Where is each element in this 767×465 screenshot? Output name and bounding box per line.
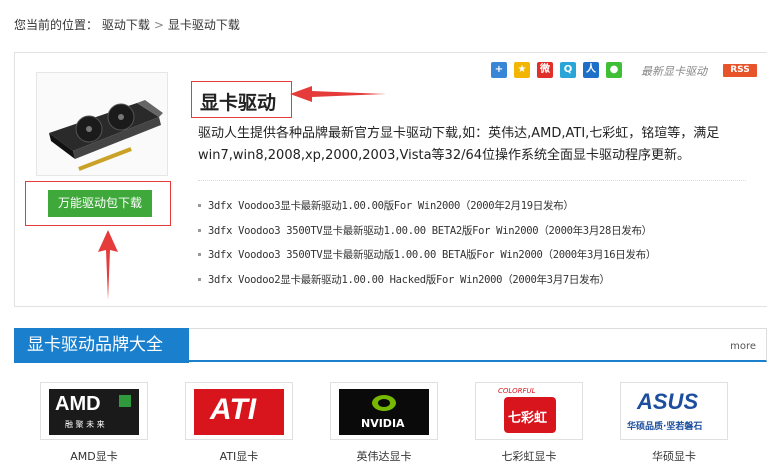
brand-logo[interactable]: COLORFUL 七彩虹 xyxy=(475,382,583,440)
list-item[interactable]: 3dfx Voodoo3 3500TV显卡最新驱动版1.00.00 BETA版F… xyxy=(198,248,656,273)
button-pointer-arrow-icon xyxy=(98,230,118,300)
breadcrumb: 您当前的位置： 驱动下载 > 显卡驱动下载 xyxy=(14,16,240,33)
bullet xyxy=(198,277,201,281)
driver-card: 万能驱动包下载 + ★ 微 Q 人 ● 最新显卡驱动 RSS 显卡驱动 驱动人生… xyxy=(14,52,767,307)
product-description: 驱动人生提供各种品牌最新官方显卡驱动下载,如：英伟达,AMD,ATI,七彩虹，铭… xyxy=(198,126,720,163)
brand-logo[interactable]: ATI xyxy=(185,382,293,440)
brands-section-header: 显卡驱动品牌大全 more xyxy=(14,328,767,363)
brand-item-amd[interactable]: AMD 融 聚 未 来 AMD显卡 xyxy=(40,382,162,464)
title-annotation: 显卡驱动 xyxy=(191,81,292,118)
latest-driver-link[interactable]: 最新显卡驱动 xyxy=(641,63,707,79)
brand-logo[interactable]: NVIDIA xyxy=(330,382,438,440)
list-item[interactable]: 3dfx Voodoo2显卡最新驱动1.00.00 Hacked版For Win… xyxy=(198,273,656,298)
weibo-icon[interactable]: 微 xyxy=(537,62,553,78)
breadcrumb-item-current: 显卡驱动下载 xyxy=(167,18,240,32)
bullet xyxy=(198,204,201,207)
brands-section-title: 显卡驱动品牌大全 xyxy=(14,328,189,363)
brand-label[interactable]: 七彩虹显卡 xyxy=(475,448,583,464)
brand-item-colorful[interactable]: COLORFUL 七彩虹 七彩虹显卡 xyxy=(475,382,597,464)
nvidia-eye-icon xyxy=(372,395,396,411)
list-item[interactable]: 3dfx Voodoo3 3500TV显卡最新驱动1.00.00 BETA2版F… xyxy=(198,224,656,249)
bullet xyxy=(198,228,201,232)
brand-label[interactable]: 华硕显卡 xyxy=(620,448,728,464)
graphics-card-image xyxy=(36,72,168,176)
brand-label[interactable]: 英伟达显卡 xyxy=(330,448,438,464)
breadcrumb-item-driver-download[interactable]: 驱动下载 xyxy=(102,18,150,32)
breadcrumb-prefix: 您当前的位置： xyxy=(14,18,99,32)
brand-item-nvidia[interactable]: NVIDIA 英伟达显卡 xyxy=(330,382,452,464)
brand-label[interactable]: ATI显卡 xyxy=(185,448,293,464)
brand-logo[interactable]: AMD 融 聚 未 来 xyxy=(40,382,148,440)
amd-arrow-icon xyxy=(119,395,131,407)
breadcrumb-separator: > xyxy=(153,18,164,32)
page-title: 显卡驱动 xyxy=(200,92,277,114)
universal-driver-download-button[interactable]: 万能驱动包下载 xyxy=(48,190,152,217)
title-pointer-arrow-icon xyxy=(290,86,386,102)
list-item[interactable]: 3dfx Voodoo3显卡最新驱动1.00.00版For Win2000（20… xyxy=(198,199,656,224)
rss-badge[interactable]: RSS xyxy=(723,64,757,77)
more-link[interactable]: more xyxy=(730,341,756,352)
divider xyxy=(198,180,746,181)
brand-logo[interactable]: ASUS 华硕品质·坚若磐石 xyxy=(620,382,728,440)
brand-item-asus[interactable]: ASUS 华硕品质·坚若磐石 华硕显卡 xyxy=(620,382,742,464)
brand-item-ati[interactable]: ATI ATI显卡 xyxy=(185,382,307,464)
driver-list: 3dfx Voodoo3显卡最新驱动1.00.00版For Win2000（20… xyxy=(198,199,656,297)
star-bookmark-icon[interactable]: ★ xyxy=(514,62,530,78)
plus-share-icon[interactable]: + xyxy=(491,62,507,78)
renren-icon[interactable]: 人 xyxy=(583,62,599,78)
download-button-annotation: 万能驱动包下载 xyxy=(25,181,171,226)
brand-label[interactable]: AMD显卡 xyxy=(40,448,148,464)
wechat-icon[interactable]: ● xyxy=(606,62,622,78)
qzone-icon[interactable]: Q xyxy=(560,62,576,78)
bullet xyxy=(198,253,201,256)
